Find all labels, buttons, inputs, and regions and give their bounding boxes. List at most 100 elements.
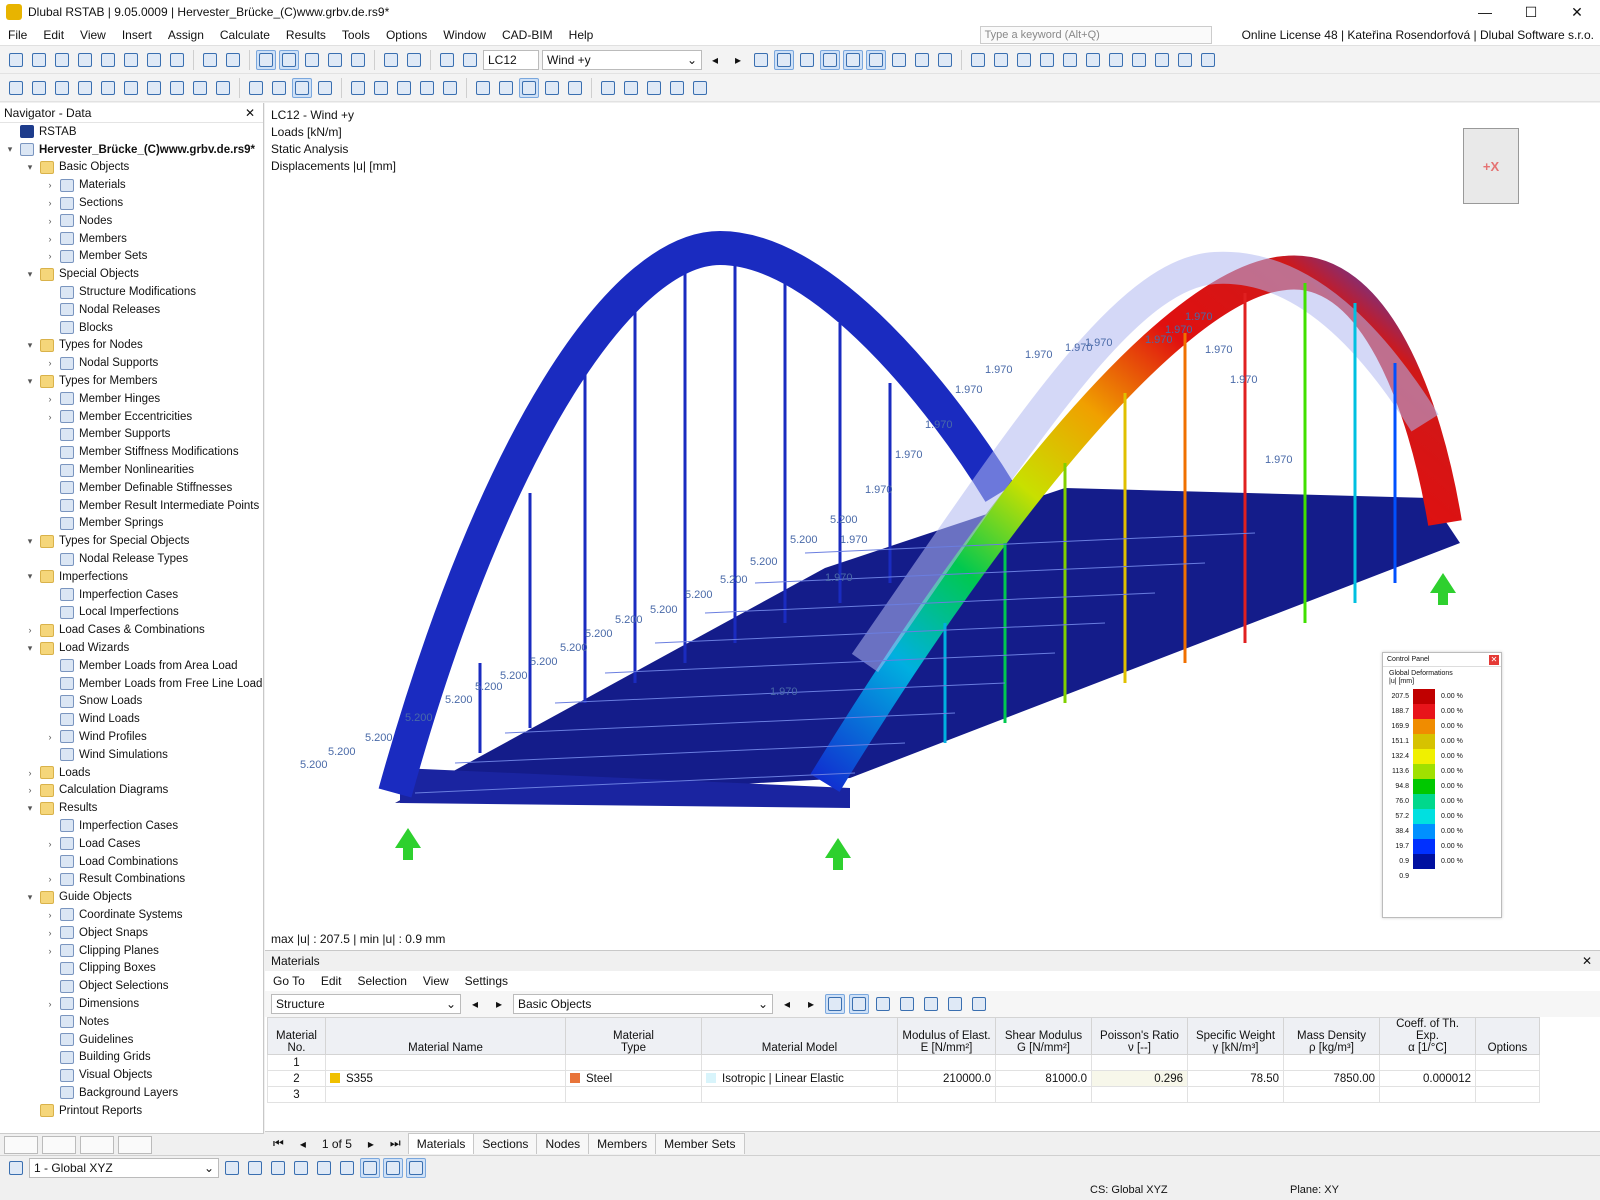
table-cell[interactable]: 1 (267, 1054, 326, 1071)
select-window-icon[interactable] (269, 78, 289, 98)
nav-item[interactable]: › Result Combinations (0, 870, 263, 888)
report-icon[interactable] (144, 50, 164, 70)
table-cell[interactable] (897, 1054, 996, 1071)
section-results-icon[interactable] (935, 50, 955, 70)
menu-view[interactable]: View (72, 28, 114, 42)
snap-grid-icon[interactable] (496, 78, 516, 98)
collapse-icon[interactable]: ▾ (24, 269, 36, 280)
nav-item[interactable]: Nodal Releases (0, 301, 263, 319)
options-cell[interactable] (1475, 1086, 1540, 1103)
calc-all-icon[interactable] (460, 50, 480, 70)
collapse-icon[interactable]: ▾ (24, 162, 36, 173)
table-cell[interactable] (897, 1086, 996, 1103)
menu-assign[interactable]: Assign (160, 28, 212, 42)
column-header[interactable]: Shear Modulus G [N/mm²] (995, 1017, 1092, 1055)
nav-item[interactable]: ▾ Guide Objects (0, 888, 263, 906)
collapse-icon[interactable]: ▾ (24, 803, 36, 814)
table-cell[interactable]: 78.50 (1187, 1070, 1284, 1087)
grid-icon[interactable] (473, 78, 493, 98)
nav-item[interactable]: Member Supports (0, 426, 263, 444)
select-all-icon[interactable] (315, 78, 335, 98)
new-member-icon[interactable] (29, 78, 49, 98)
intersection-icon[interactable] (565, 78, 585, 98)
table-cell[interactable] (1187, 1086, 1284, 1103)
nav-item[interactable]: › Materials (0, 176, 263, 194)
nav-item[interactable]: Notes (0, 1013, 263, 1031)
menu-edit[interactable]: Edit (35, 28, 72, 42)
table-cell[interactable]: 0.296 (1091, 1070, 1188, 1087)
expand-icon[interactable]: › (24, 625, 36, 635)
animation-icon[interactable] (912, 50, 932, 70)
coordinate-system-combo[interactable]: 1 - Global XYZ ⌄ (29, 1158, 219, 1178)
navigator-close-icon[interactable]: ✕ (245, 106, 255, 120)
nav-item[interactable]: Member Springs (0, 515, 263, 533)
axis-z-icon[interactable] (1106, 50, 1126, 70)
render-mode-icon[interactable] (1175, 50, 1195, 70)
nav-item[interactable]: Imperfection Cases (0, 817, 263, 835)
table-cell[interactable] (1379, 1054, 1476, 1071)
cloud-save-icon[interactable] (75, 50, 95, 70)
table-cell[interactable] (1283, 1086, 1380, 1103)
close-button[interactable]: ✕ (1554, 0, 1600, 24)
tab-member-sets[interactable]: Member Sets (655, 1133, 745, 1154)
collapse-icon[interactable]: ▾ (24, 536, 36, 547)
table-row[interactable]: 2 S355 Steel Isotropic | Linear Elastic 2100… (267, 1070, 1540, 1087)
expand-icon[interactable]: › (44, 216, 56, 226)
select-crossing-icon[interactable] (292, 77, 312, 98)
tab-materials[interactable]: Materials (407, 1133, 475, 1154)
structure-combo[interactable]: Structure ⌄ (271, 994, 461, 1014)
collapse-icon[interactable]: ▾ (24, 376, 36, 387)
nav-item[interactable]: ▾ Types for Members (0, 372, 263, 390)
expand-icon[interactable]: › (44, 251, 56, 261)
nav-item[interactable]: RSTAB (0, 123, 263, 141)
delete-results-icon[interactable] (968, 50, 988, 70)
next-icon[interactable]: ▸ (801, 994, 821, 1014)
nav-item[interactable]: › Load Cases & Combinations (0, 621, 263, 639)
expand-icon[interactable]: › (44, 928, 56, 938)
previous-icon[interactable]: ◂ (777, 994, 797, 1014)
panel-menu-view[interactable]: View (415, 974, 457, 988)
table-row[interactable]: 3 (267, 1086, 1540, 1103)
table-cell[interactable] (1091, 1054, 1188, 1071)
results-tab-icon[interactable] (118, 1136, 152, 1154)
nodal-load-icon[interactable] (213, 78, 233, 98)
column-header[interactable]: Material Name (325, 1017, 566, 1055)
first-page-icon[interactable]: ⏮ (265, 1136, 292, 1151)
nav-item[interactable]: ▾ Basic Objects (0, 159, 263, 177)
nav-item[interactable]: Object Selections (0, 977, 263, 995)
table-cell[interactable] (325, 1086, 566, 1103)
table-cell[interactable]: 0.000012 (1379, 1070, 1476, 1087)
polyline-icon[interactable] (75, 78, 95, 98)
column-header[interactable]: Material Type (565, 1017, 702, 1055)
menu-tools[interactable]: Tools (334, 28, 378, 42)
nav-item[interactable]: › Clipping Planes (0, 942, 263, 960)
member-set-icon[interactable] (121, 78, 141, 98)
options-cell[interactable] (1475, 1070, 1540, 1087)
menu-results[interactable]: Results (278, 28, 334, 42)
xxx-values-icon[interactable] (843, 49, 863, 70)
loadcase-name-combo[interactable]: Wind +y ⌄ (542, 49, 702, 70)
expand-icon[interactable]: › (44, 999, 56, 1009)
menu-window[interactable]: Window (435, 28, 494, 42)
tab-sections[interactable]: Sections (473, 1133, 538, 1154)
snap-toggle-icon[interactable] (314, 1158, 334, 1178)
panel-menu-selection[interactable]: Selection (350, 974, 415, 988)
expand-icon[interactable]: › (44, 234, 56, 244)
table-cell[interactable] (995, 1054, 1092, 1071)
table-cell[interactable]: Isotropic | Linear Elastic (701, 1070, 898, 1087)
collapse-icon[interactable]: ▾ (24, 340, 36, 351)
new-icon[interactable] (6, 50, 26, 70)
nav-item[interactable]: Member Stiffness Modifications (0, 443, 263, 461)
table-cell[interactable]: 2 (267, 1070, 326, 1087)
control-panel-close-icon[interactable]: ✕ (1489, 654, 1499, 665)
result-filter-icon[interactable] (751, 50, 771, 70)
panel-icon[interactable] (302, 50, 322, 70)
dimension-icon[interactable] (394, 78, 414, 98)
column-header[interactable]: Coeff. of Th. Exp. α [1/°C] (1379, 1017, 1476, 1055)
table-cell[interactable] (1091, 1086, 1188, 1103)
menu-help[interactable]: Help (561, 28, 602, 42)
view-cube[interactable]: +X (1463, 128, 1519, 204)
front-view-icon[interactable] (1014, 50, 1034, 70)
expand-icon[interactable]: › (24, 785, 36, 795)
collapse-icon[interactable]: ▾ (4, 144, 16, 155)
